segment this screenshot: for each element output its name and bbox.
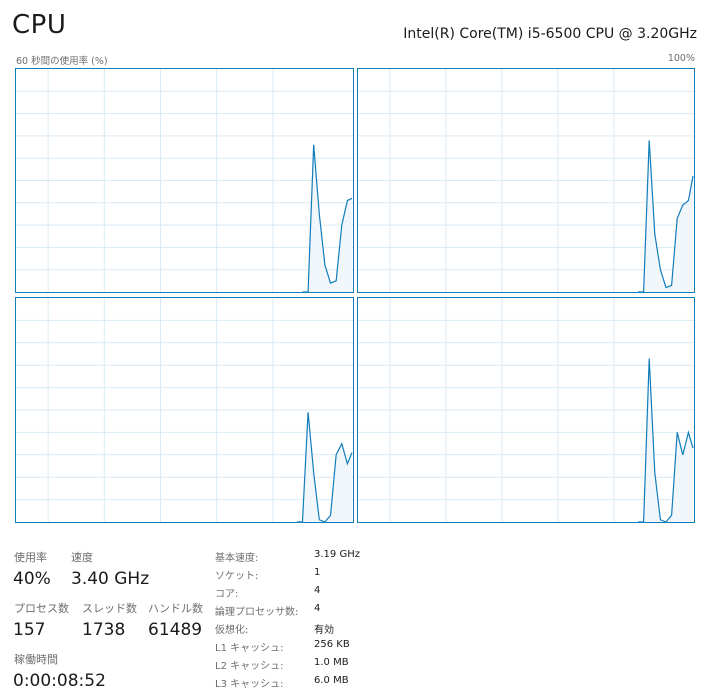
spec-value-sockets: 1 bbox=[314, 567, 321, 578]
core-graph-2[interactable] bbox=[15, 297, 354, 523]
core-graph-3[interactable] bbox=[357, 297, 695, 523]
handles-value: 61489 bbox=[148, 620, 203, 640]
handles-label: ハンドル数 bbox=[148, 602, 203, 615]
spec-label-l1-cache: L1 キャッシュ: bbox=[215, 643, 284, 654]
core-graph-svg bbox=[358, 298, 694, 522]
core-graph-svg bbox=[358, 69, 694, 292]
spec-value-cores: 4 bbox=[314, 585, 321, 596]
core-graph-svg bbox=[16, 69, 353, 292]
threads-value: 1738 bbox=[82, 620, 126, 640]
spec-label-cores: コア: bbox=[215, 589, 239, 600]
cpu-model-name: Intel(R) Core(TM) i5-6500 CPU @ 3.20GHz bbox=[403, 26, 697, 42]
graph-axis-left-label: 60 秒間の使用率 (%) bbox=[16, 56, 108, 67]
speed-label: 速度 bbox=[71, 551, 93, 564]
processes-value: 157 bbox=[13, 620, 46, 640]
spec-value-virtualization: 有効 bbox=[314, 625, 334, 636]
graph-axis-right-label: 100% bbox=[667, 53, 695, 64]
utilization-label: 使用率 bbox=[14, 551, 47, 564]
spec-label-sockets: ソケット: bbox=[215, 571, 259, 582]
processes-label: プロセス数 bbox=[14, 602, 69, 615]
spec-label-l3-cache: L3 キャッシュ: bbox=[215, 679, 284, 690]
uptime-label: 稼働時間 bbox=[14, 653, 58, 666]
core-graph-svg bbox=[16, 298, 353, 522]
spec-label-virtualization: 仮想化: bbox=[215, 625, 249, 636]
spec-label-base-speed: 基本速度: bbox=[215, 553, 259, 564]
spec-value-l1-cache: 256 KB bbox=[314, 639, 350, 650]
speed-value: 3.40 GHz bbox=[71, 569, 150, 589]
spec-value-l2-cache: 1.0 MB bbox=[314, 657, 349, 668]
spec-label-l2-cache: L2 キャッシュ: bbox=[215, 661, 284, 672]
core-graph-0[interactable] bbox=[15, 68, 354, 293]
spec-value-l3-cache: 6.0 MB bbox=[314, 675, 349, 686]
spec-value-base-speed: 3.19 GHz bbox=[314, 549, 360, 560]
core-graph-1[interactable] bbox=[357, 68, 695, 293]
threads-label: スレッド数 bbox=[82, 602, 137, 615]
page-title: CPU bbox=[12, 10, 67, 40]
uptime-value: 0:00:08:52 bbox=[13, 671, 106, 691]
spec-label-logical-processors: 論理プロセッサ数: bbox=[215, 607, 299, 618]
spec-value-logical-processors: 4 bbox=[314, 603, 321, 614]
utilization-value: 40% bbox=[13, 569, 51, 589]
